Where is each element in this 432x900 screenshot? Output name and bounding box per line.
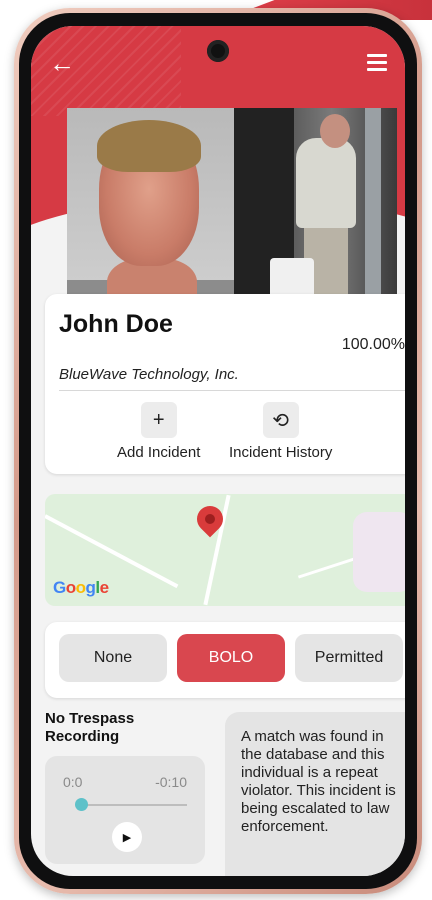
recording-title: No Trespass Recording bbox=[45, 710, 135, 745]
incident-history-label: Incident History bbox=[229, 444, 333, 461]
profile-card: John Doe 100.00% BlueWave Technology, In… bbox=[45, 294, 405, 474]
add-incident-button[interactable]: + Add Incident bbox=[117, 402, 200, 461]
incident-history-button[interactable]: ⟲ Incident History bbox=[229, 402, 332, 461]
status-none-button[interactable]: None bbox=[59, 634, 167, 682]
add-incident-label: Add Incident bbox=[117, 444, 201, 461]
history-icon: ⟲ bbox=[262, 402, 299, 438]
location-map[interactable]: Google bbox=[45, 494, 405, 606]
status-bolo-button[interactable]: BOLO bbox=[177, 634, 285, 682]
subject-photos bbox=[67, 108, 397, 298]
alert-message-text: A match was found in the database and th… bbox=[241, 728, 396, 835]
camera-cutout bbox=[207, 40, 229, 62]
play-icon: ▶ bbox=[122, 831, 132, 844]
phone-bezel: ← John Doe 100.00% BlueWave Technology, … bbox=[19, 13, 417, 889]
company-name: BlueWave Technology, Inc. bbox=[59, 366, 239, 383]
play-button[interactable]: ▶ bbox=[112, 822, 142, 852]
status-selector: None BOLO Permitted bbox=[45, 622, 405, 698]
menu-button[interactable] bbox=[367, 54, 387, 75]
app-screen: ← John Doe 100.00% BlueWave Technology, … bbox=[31, 26, 405, 876]
arrow-left-icon: ← bbox=[49, 48, 75, 78]
google-logo: Google bbox=[53, 578, 109, 597]
alert-message: A match was found in the database and th… bbox=[225, 712, 405, 876]
phone-frame: ← John Doe 100.00% BlueWave Technology, … bbox=[14, 8, 422, 894]
audio-scrubber[interactable] bbox=[75, 798, 88, 811]
subject-name: John Doe bbox=[59, 310, 173, 338]
audio-player: 0:0 -0:10 ▶ bbox=[45, 756, 205, 864]
remaining-time: -0:10 bbox=[155, 774, 187, 790]
current-time: 0:0 bbox=[63, 774, 83, 790]
status-permitted-button[interactable]: Permitted bbox=[295, 634, 403, 682]
mugshot-photo bbox=[67, 108, 234, 298]
match-score: 100.00% bbox=[341, 336, 405, 353]
audio-progress-track[interactable] bbox=[81, 804, 187, 806]
divider bbox=[59, 390, 405, 391]
back-button[interactable]: ← bbox=[49, 50, 75, 76]
surveillance-photo bbox=[234, 108, 397, 298]
hamburger-menu-icon bbox=[367, 54, 387, 57]
plus-icon: + bbox=[140, 402, 177, 438]
